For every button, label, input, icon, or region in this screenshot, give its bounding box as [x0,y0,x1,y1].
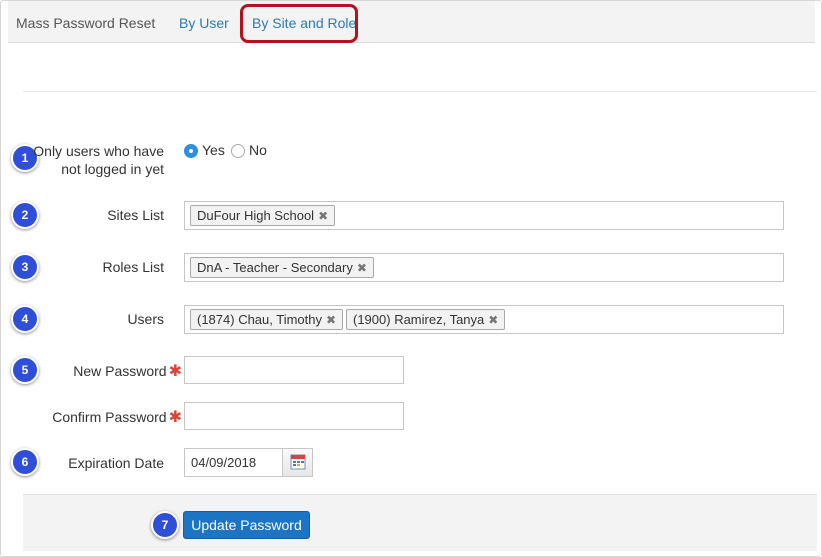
required-icon: ✱ [168,409,182,426]
tab-highlight-box [240,4,358,43]
form-footer [23,494,817,551]
radio-yes-label[interactable]: Yes [202,142,225,158]
user-chip-2-label: (1900) Ramirez, Tanya [353,312,485,327]
confirm-password-label-text: Confirm Password [52,409,167,425]
required-icon: ✱ [168,363,182,380]
role-chip: DnA - Teacher - Secondary ✖ [190,257,374,278]
confirm-password-input[interactable] [184,402,404,430]
remove-site-icon[interactable]: ✖ [318,209,328,223]
confirm-password-label: Confirm Password ✱ [31,408,182,427]
tab-bar: Mass Password Reset By User By Site and … [8,1,815,43]
new-password-input[interactable] [184,356,404,384]
user-chip-2: (1900) Ramirez, Tanya ✖ [346,309,506,330]
not-logged-in-label-line2: not logged in yet [61,161,164,177]
roles-list-select[interactable]: DnA - Teacher - Secondary ✖ [184,253,784,282]
not-logged-in-label: Only users who have not logged in yet [31,142,164,178]
radio-yes[interactable] [184,144,198,158]
remove-role-icon[interactable]: ✖ [357,261,367,275]
remove-user-2-icon[interactable]: ✖ [488,313,498,327]
calendar-button[interactable] [282,449,312,476]
user-chip-1-label: (1874) Chau, Timothy [197,312,323,327]
mass-password-reset-panel: Mass Password Reset By User By Site and … [0,0,822,557]
expiration-date-input[interactable]: 04/09/2018 [184,448,313,477]
users-select[interactable]: (1874) Chau, Timothy ✖ (1900) Ramirez, Ta… [184,305,784,334]
roles-list-label: Roles List [102,259,164,275]
site-chip-label: DuFour High School [197,208,315,223]
not-logged-in-label-line1: Only users who have [33,143,164,159]
step-badge-7: 7 [151,511,179,539]
sites-list-select[interactable]: DuFour High School ✖ [184,201,784,230]
update-password-button[interactable]: Update Password [183,511,310,539]
user-chip-1: (1874) Chau, Timothy ✖ [190,309,344,330]
sites-list-label: Sites List [107,207,164,223]
expiration-date-label: Expiration Date [68,455,164,471]
role-chip-label: DnA - Teacher - Secondary [197,260,353,275]
tab-mass-password-reset[interactable]: Mass Password Reset [16,15,155,31]
radio-no[interactable] [231,144,245,158]
radio-no-label[interactable]: No [249,142,267,158]
calendar-icon [290,454,306,470]
new-password-label-text: New Password [73,363,167,379]
tab-by-user[interactable]: By User [179,15,229,31]
expiration-date-value: 04/09/2018 [191,455,257,470]
site-chip: DuFour High School ✖ [190,205,336,226]
remove-user-1-icon[interactable]: ✖ [326,313,336,327]
new-password-label: New Password ✱ [31,362,182,381]
section-divider [23,91,817,92]
users-label: Users [127,311,164,327]
